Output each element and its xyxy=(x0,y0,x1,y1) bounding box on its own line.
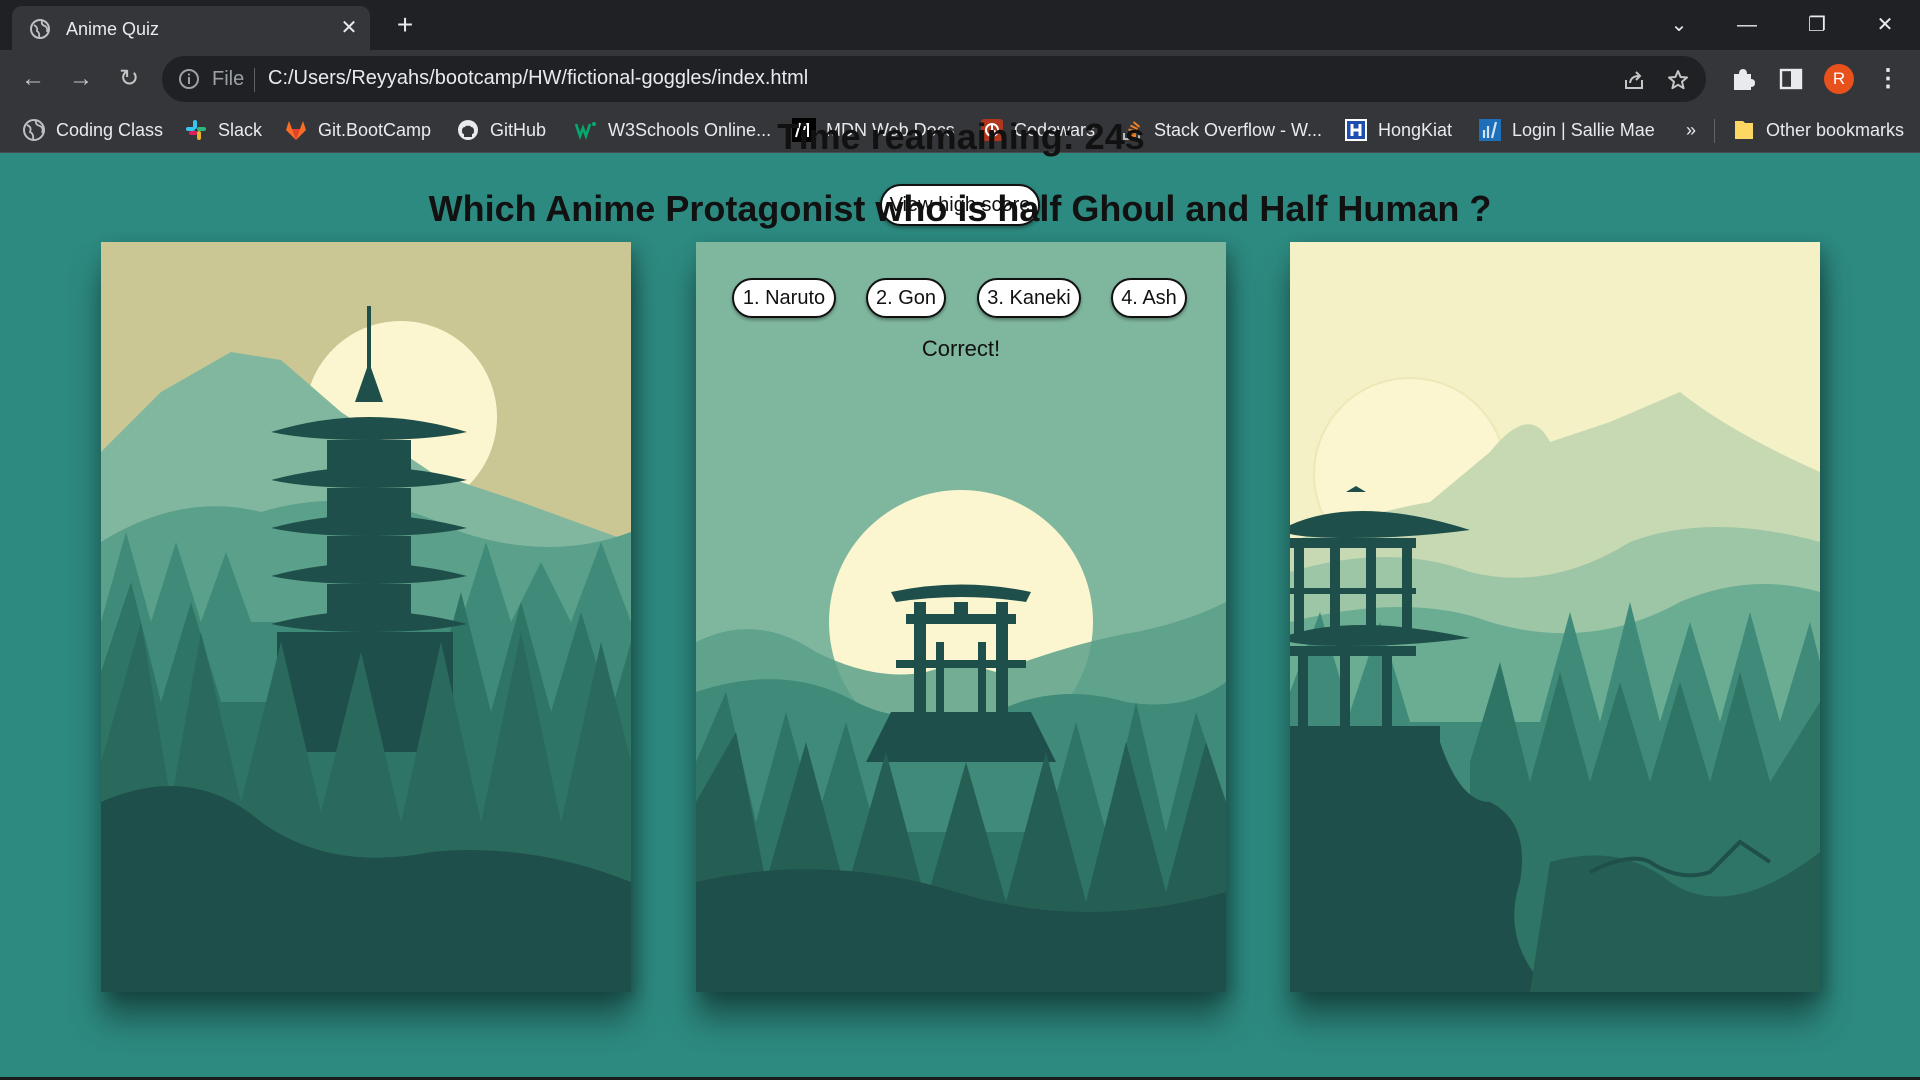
reload-button[interactable]: ↻ xyxy=(114,64,144,94)
globe-icon xyxy=(23,119,45,141)
url-scheme-label: File xyxy=(212,68,245,90)
close-window-button[interactable]: ✕ xyxy=(1870,10,1900,40)
info-icon[interactable] xyxy=(178,68,200,90)
bookmark-label: Git.BootCamp xyxy=(318,119,432,140)
globe-icon xyxy=(30,19,50,39)
bookmark-label: Login | Sallie Mae xyxy=(1512,119,1655,140)
restore-button[interactable]: ❐ xyxy=(1802,10,1832,40)
slack-icon xyxy=(186,120,206,140)
gitlab-icon xyxy=(286,121,306,140)
profile-avatar[interactable]: R xyxy=(1824,64,1854,94)
new-tab-button[interactable]: + xyxy=(392,11,418,39)
minimize-button[interactable]: — xyxy=(1732,10,1762,40)
answer-button-kaneki[interactable]: 3. Kaneki xyxy=(977,278,1081,318)
star-icon[interactable] xyxy=(1666,68,1690,92)
github-icon xyxy=(458,120,478,140)
forward-button[interactable]: → xyxy=(66,64,96,94)
folder-icon xyxy=(1735,121,1753,139)
address-divider xyxy=(254,68,255,92)
share-icon[interactable] xyxy=(1622,68,1646,92)
more-bookmarks-button[interactable]: » xyxy=(1686,107,1696,153)
bookmark-github[interactable]: GitHub xyxy=(456,107,546,153)
bookmark-hongkiat[interactable]: HongKiat xyxy=(1344,107,1452,153)
extensions-puzzle-icon[interactable] xyxy=(1730,66,1756,92)
bookmarks-divider xyxy=(1714,119,1715,143)
pagoda-landscape-illustration xyxy=(101,242,631,992)
bookmark-git-bootcamp[interactable]: Git.BootCamp xyxy=(284,107,431,153)
bookmark-label: Coding Class xyxy=(56,119,164,140)
question-text: Which Anime Protagonist who is half Ghou… xyxy=(428,188,1492,229)
answer-feedback: Correct! xyxy=(921,336,1001,361)
answer-button-ash[interactable]: 4. Ash xyxy=(1111,278,1187,318)
salliemae-icon xyxy=(1479,119,1501,141)
tab-strip: Anime Quiz ✕ + ⌄ — ❐ ✕ xyxy=(0,0,1920,50)
answer-button-gon[interactable]: 2. Gon xyxy=(866,278,946,318)
bookmark-slack[interactable]: Slack xyxy=(184,107,262,153)
bookmark-label: HongKiat xyxy=(1378,119,1453,140)
more-bookmarks-chevron-icon: » xyxy=(1686,119,1697,140)
tab-anime-quiz[interactable]: Anime Quiz ✕ xyxy=(12,6,370,50)
navigation-toolbar: ← → ↻ File C:/Users/Reyyahs/bootcamp/HW/… xyxy=(0,50,1920,107)
w3schools-icon xyxy=(574,122,596,140)
url-text[interactable]: C:/Users/Reyyahs/bootcamp/HW/fictional-g… xyxy=(268,67,808,90)
answer-choices: 1. Naruto 2. Gon 3. Kaneki 4. Ash xyxy=(0,278,1920,318)
bookmark-label: GitHub xyxy=(490,119,547,140)
back-button[interactable]: ← xyxy=(18,64,48,94)
bookmark-sallie-mae[interactable]: Login | Sallie Mae xyxy=(1478,107,1655,153)
more-menu-icon[interactable]: ⋮ xyxy=(1876,64,1900,94)
shrine-cliff-illustration xyxy=(1290,242,1820,992)
answer-button-naruto[interactable]: 1. Naruto xyxy=(732,278,836,318)
bookmark-coding-class[interactable]: Coding Class xyxy=(22,107,163,153)
other-bookmarks-label: Other bookmarks xyxy=(1766,119,1905,140)
hongkiat-icon xyxy=(1345,119,1367,141)
time-remaining-heading: Time reamaining: 24s xyxy=(777,116,1145,157)
side-panel-icon[interactable] xyxy=(1778,66,1804,92)
address-bar[interactable]: File C:/Users/Reyyahs/bootcamp/HW/fictio… xyxy=(162,56,1706,102)
other-bookmarks-folder[interactable]: Other bookmarks xyxy=(1732,107,1904,153)
bookmark-label: Slack xyxy=(218,119,263,140)
tab-search-chevron-icon[interactable]: ⌄ xyxy=(1664,10,1694,40)
tab-title: Anime Quiz xyxy=(66,19,160,39)
close-icon[interactable]: ✕ xyxy=(338,17,360,39)
